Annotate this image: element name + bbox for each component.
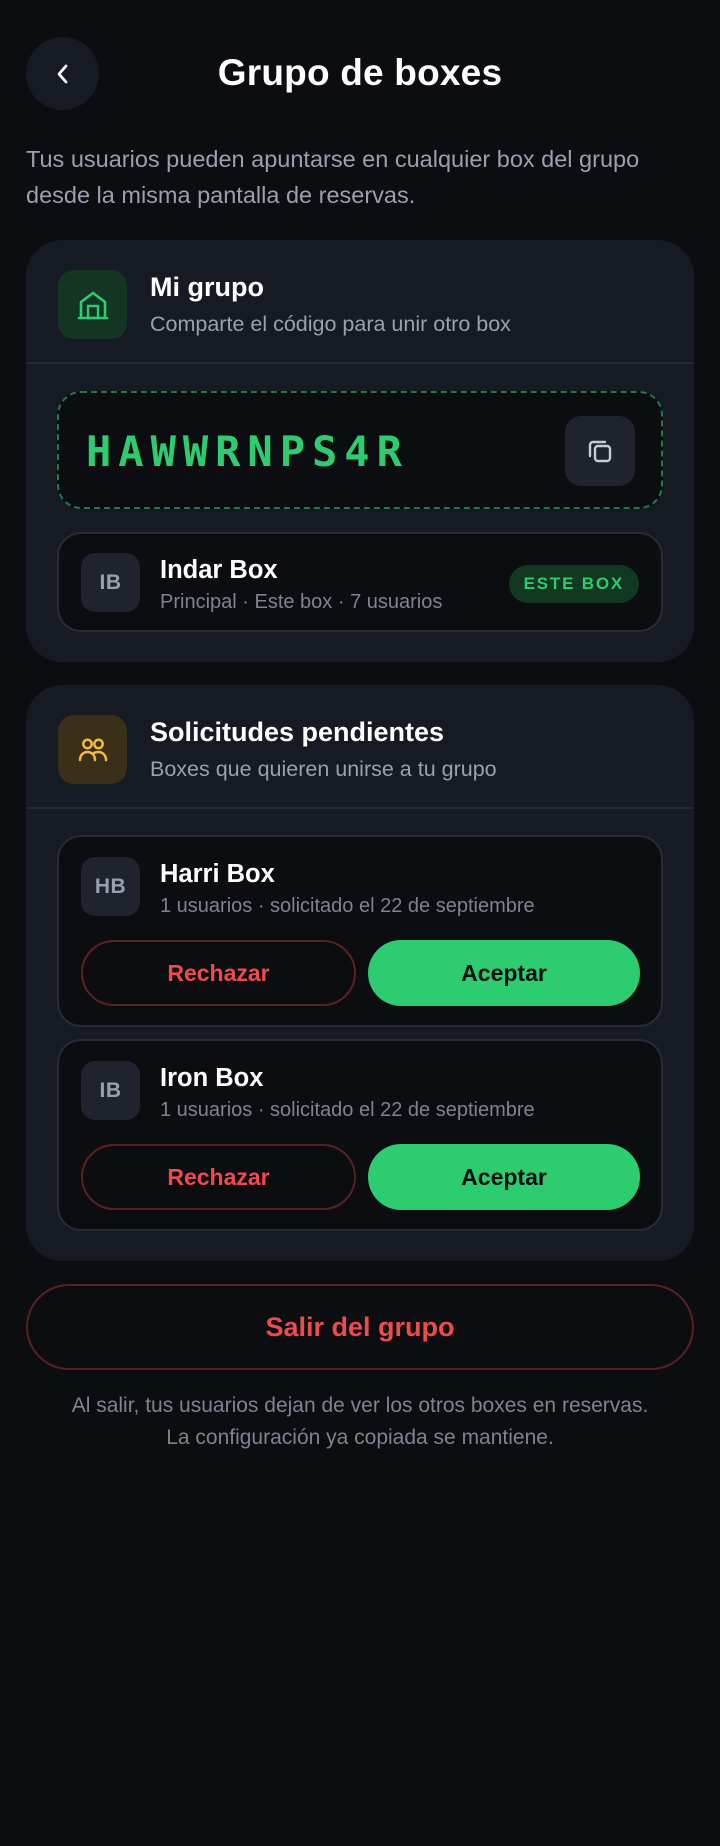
request-avatar: HB — [81, 857, 140, 916]
intro-text: Tus usuarios pueden apuntarse en cualqui… — [26, 141, 696, 213]
request-box-name: Harri Box — [160, 860, 275, 888]
footnote-line-1: Al salir, tus usuarios dejan de ver los … — [71, 1394, 649, 1417]
accept-button[interactable]: Aceptar — [368, 940, 640, 1006]
request-avatar: IB — [81, 1061, 140, 1120]
header: Grupo de boxes — [0, 0, 720, 150]
pending-requests-card: Solicitudes pendientes Boxes que quieren… — [26, 685, 694, 1261]
reject-button[interactable]: Rechazar — [81, 1144, 356, 1210]
copy-icon — [588, 440, 612, 463]
intro-line-1: Tus usuarios pueden apuntarse en cualqui… — [26, 146, 640, 172]
users-icon — [58, 715, 127, 784]
box-name: Indar Box — [160, 556, 278, 584]
reject-button[interactable]: Rechazar — [81, 940, 356, 1006]
pending-header: Solicitudes pendientes Boxes que quieren… — [26, 685, 694, 809]
leave-footnote: Al salir, tus usuarios dejan de ver los … — [0, 1390, 720, 1454]
my-group-subtitle: Comparte el código para unir otro box — [150, 312, 511, 336]
my-group-title: Mi grupo — [150, 272, 264, 302]
my-group-card: Mi grupo Comparte el código para unir ot… — [26, 240, 694, 662]
intro-line-2: desde la misma pantalla de reservas. — [26, 182, 416, 208]
building-icon — [58, 270, 127, 339]
page-title: Grupo de boxes — [217, 52, 503, 93]
request-item: IB Iron Box 1 usuarios · solicitado el 2… — [57, 1039, 663, 1231]
box-avatar: IB — [81, 553, 140, 612]
current-box-row: IB Indar Box Principal · Este box · 7 us… — [57, 532, 663, 632]
footnote-line-2: La configuración ya copiada se mantiene. — [166, 1426, 554, 1449]
accept-button[interactable]: Aceptar — [368, 1144, 640, 1210]
request-item: HB Harri Box 1 usuarios · solicitado el … — [57, 835, 663, 1027]
group-code[interactable]: HAWWRNPS4R — [86, 427, 409, 476]
pending-title: Solicitudes pendientes — [150, 717, 445, 747]
pending-subtitle: Boxes que quieren unirse a tu grupo — [150, 757, 497, 781]
request-meta: 1 usuarios · solicitado el 22 de septiem… — [160, 895, 535, 917]
request-meta: 1 usuarios · solicitado el 22 de septiem… — [160, 1099, 535, 1121]
box-meta: Principal · Este box · 7 usuarios — [160, 591, 443, 613]
request-box-name: Iron Box — [160, 1064, 264, 1092]
leave-group-button[interactable]: Salir del grupo — [26, 1284, 694, 1370]
copy-code-button[interactable] — [565, 416, 635, 486]
status-badge: ESTE BOX — [508, 565, 639, 603]
my-group-header: Mi grupo Comparte el código para unir ot… — [26, 240, 694, 364]
group-code-box: HAWWRNPS4R — [57, 391, 663, 509]
